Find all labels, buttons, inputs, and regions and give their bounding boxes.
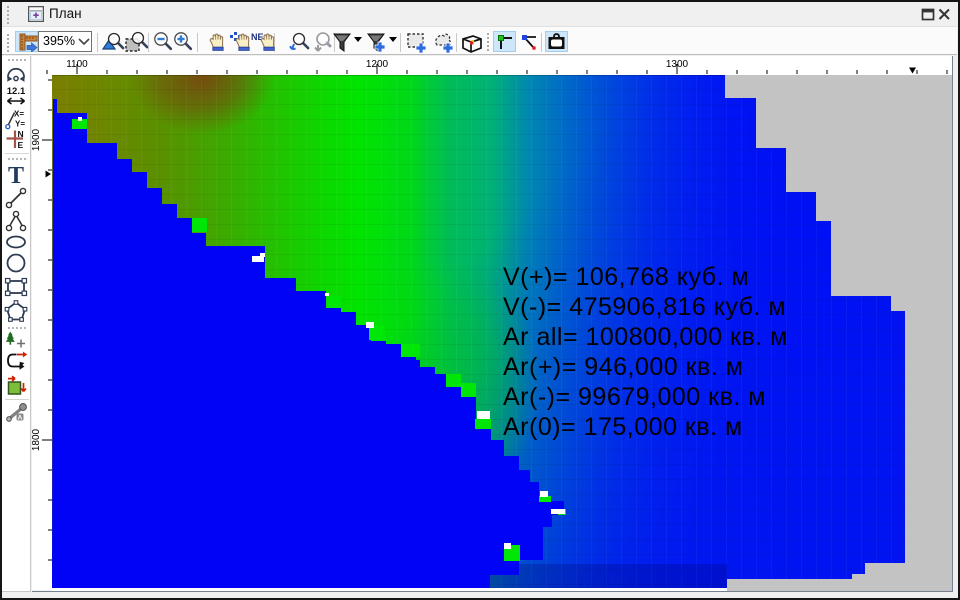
svg-text:1800: 1800: [32, 428, 42, 451]
svg-text:12.1: 12.1: [7, 86, 26, 97]
svg-text:X=: X=: [14, 110, 24, 119]
svg-text:T: T: [8, 163, 24, 187]
svg-text:1300: 1300: [666, 59, 689, 70]
svg-text:N: N: [18, 129, 24, 139]
svg-text:E: E: [18, 140, 24, 150]
svg-text:1100: 1100: [66, 59, 88, 70]
svg-text:1200: 1200: [366, 59, 389, 70]
svg-text:1900: 1900: [32, 128, 42, 151]
svg-text:A: A: [18, 414, 23, 421]
